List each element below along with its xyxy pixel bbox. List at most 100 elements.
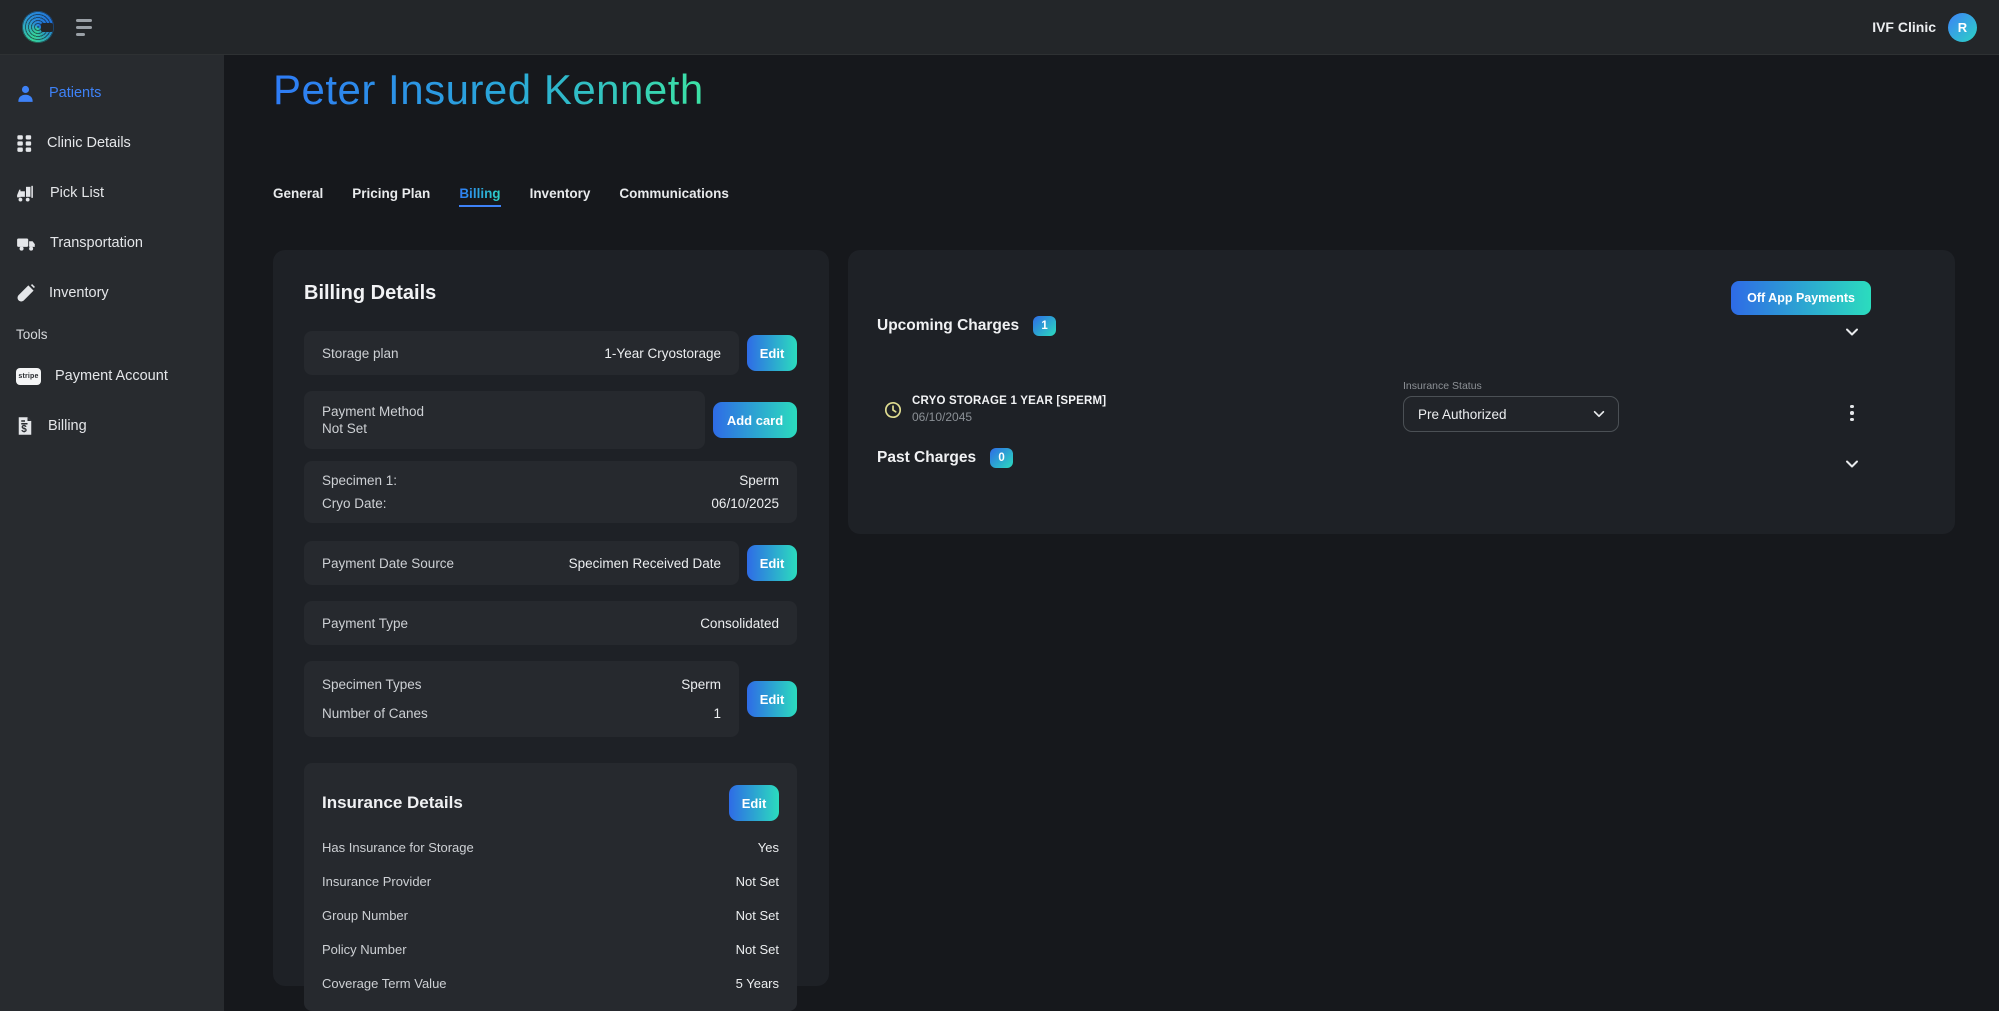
sidebar-item-transportation[interactable]: Transportation: [16, 223, 208, 263]
sidebar-item-billing[interactable]: $ Billing: [16, 406, 208, 446]
charge-name: CRYO STORAGE 1 YEAR [SPERM]: [912, 395, 1106, 407]
payment-date-source-label: Payment Date Source: [322, 556, 454, 571]
sidebar-item-label: Transportation: [50, 235, 143, 251]
tab-inventory[interactable]: Inventory: [530, 186, 591, 207]
clock-icon: [884, 401, 902, 419]
payment-type-box: Payment Type Consolidated: [304, 601, 797, 645]
person-icon: [16, 84, 35, 103]
insurance-row: Policy Number Not Set: [322, 942, 779, 957]
stripe-icon: stripe: [16, 368, 41, 385]
payment-date-source-box: Payment Date Source Specimen Received Da…: [304, 541, 739, 585]
tab-billing[interactable]: Billing: [459, 186, 500, 207]
insurance-edit-button[interactable]: Edit: [729, 785, 779, 821]
app-logo-icon[interactable]: [22, 11, 54, 43]
storage-plan-box: Storage plan 1-Year Cryostorage: [304, 331, 739, 375]
specimen-1-label: Specimen 1:: [322, 473, 397, 488]
insurance-details-title: Insurance Details: [322, 793, 463, 813]
insurance-details-box: Insurance Details Edit Has Insurance for…: [304, 763, 797, 1011]
specimen-row: Specimen 1: Sperm Cryo Date: 06/10/2025: [304, 461, 797, 523]
policy-number-value: Not Set: [736, 942, 779, 957]
topbar-right: IVF Clinic R: [1872, 13, 1977, 42]
coverage-term-label: Coverage Term Value: [322, 976, 447, 991]
sidebar-item-inventory[interactable]: Inventory: [16, 273, 208, 313]
group-number-value: Not Set: [736, 908, 779, 923]
invoice-icon: $: [16, 416, 34, 436]
test-tube-icon: [16, 284, 35, 303]
number-of-canes-value: 1: [713, 706, 721, 721]
logo-notch: [41, 23, 53, 32]
insurance-row: Coverage Term Value 5 Years: [322, 976, 779, 991]
sidebar: Patients Clinic Details Pick List Transp…: [0, 55, 224, 1011]
cryo-date-value: 06/10/2025: [711, 496, 779, 511]
payment-date-source-value: Specimen Received Date: [569, 556, 721, 571]
page-title: Peter Insured Kenneth: [273, 65, 704, 115]
tab-communications[interactable]: Communications: [619, 186, 729, 207]
charge-date: 06/10/2045: [912, 410, 1106, 424]
payment-type-row: Payment Type Consolidated: [304, 601, 797, 645]
payment-type-label: Payment Type: [322, 616, 408, 631]
upcoming-charges-header: Upcoming Charges 1: [877, 316, 1056, 336]
payment-method-box: Payment Method Not Set: [304, 391, 705, 449]
chevron-down-icon[interactable]: [1844, 456, 1860, 472]
charge-actions-menu-icon[interactable]: [1843, 400, 1861, 426]
storage-plan-label: Storage plan: [322, 346, 399, 361]
has-insurance-value: Yes: [758, 840, 779, 855]
number-of-canes-label: Number of Canes: [322, 706, 428, 721]
upcoming-charge-item[interactable]: CRYO STORAGE 1 YEAR [SPERM] 06/10/2045: [884, 395, 1106, 424]
grid-icon: [16, 134, 33, 153]
chevron-down-icon[interactable]: [1844, 324, 1860, 340]
clinic-name: IVF Clinic: [1872, 19, 1936, 35]
payment-type-value: Consolidated: [700, 616, 779, 631]
sidebar-item-label: Clinic Details: [47, 135, 131, 151]
tab-bar: General Pricing Plan Billing Inventory C…: [273, 186, 1955, 207]
past-charges-header: Past Charges 0: [877, 448, 1013, 468]
sidebar-item-pick-list[interactable]: Pick List: [16, 173, 208, 213]
charges-panel: Off App Payments Upcoming Charges 1 CRYO…: [848, 250, 1955, 534]
sidebar-item-label: Patients: [49, 85, 101, 101]
tab-general[interactable]: General: [273, 186, 323, 207]
user-avatar[interactable]: R: [1948, 13, 1977, 42]
payment-date-source-row: Payment Date Source Specimen Received Da…: [304, 541, 797, 585]
insurance-provider-label: Insurance Provider: [322, 874, 431, 889]
past-charges-count-badge: 0: [990, 448, 1013, 468]
storage-plan-edit-button[interactable]: Edit: [747, 335, 797, 371]
upcoming-charges-label: Upcoming Charges: [877, 317, 1019, 335]
sidebar-item-clinic-details[interactable]: Clinic Details: [16, 123, 208, 163]
policy-number-label: Policy Number: [322, 942, 407, 957]
specimen-types-box: Specimen Types Sperm Number of Canes 1: [304, 661, 739, 737]
main-content: Peter Insured Kenneth General Pricing Pl…: [224, 55, 1999, 1011]
past-charges-label: Past Charges: [877, 449, 976, 467]
storage-plan-value: 1-Year Cryostorage: [604, 346, 721, 361]
cryo-date-label: Cryo Date:: [322, 496, 387, 511]
svg-text:$: $: [21, 424, 27, 435]
sidebar-item-payment-account[interactable]: stripe Payment Account: [16, 356, 208, 396]
add-card-button[interactable]: Add card: [713, 402, 797, 438]
upcoming-charges-count-badge: 1: [1033, 316, 1056, 336]
billing-details-card: Billing Details Storage plan 1-Year Cryo…: [273, 250, 829, 986]
billing-card-title: Billing Details: [304, 282, 797, 305]
menu-toggle-icon[interactable]: [76, 19, 92, 36]
payment-date-source-edit-button[interactable]: Edit: [747, 545, 797, 581]
storage-plan-row: Storage plan 1-Year Cryostorage Edit: [304, 331, 797, 375]
insurance-provider-value: Not Set: [736, 874, 779, 889]
insurance-status-select[interactable]: Pre Authorized: [1403, 396, 1619, 432]
payment-method-value: Not Set: [322, 421, 687, 436]
specimen-1-value: Sperm: [739, 473, 779, 488]
has-insurance-label: Has Insurance for Storage: [322, 840, 474, 855]
off-app-payments-button[interactable]: Off App Payments: [1731, 281, 1871, 315]
forklift-icon: [16, 184, 36, 203]
specimen-types-value: Sperm: [681, 677, 721, 692]
sidebar-item-patients[interactable]: Patients: [16, 73, 208, 113]
tab-pricing-plan[interactable]: Pricing Plan: [352, 186, 430, 207]
insurance-row: Insurance Provider Not Set: [322, 874, 779, 889]
payment-method-label: Payment Method: [322, 404, 687, 419]
sidebar-item-label: Billing: [48, 418, 87, 434]
specimen-types-edit-button[interactable]: Edit: [747, 681, 797, 717]
truck-icon: [16, 234, 36, 253]
sidebar-item-label: Pick List: [50, 185, 104, 201]
insurance-row: Has Insurance for Storage Yes: [322, 840, 779, 855]
payment-method-row: Payment Method Not Set Add card: [304, 391, 797, 449]
content-row: Billing Details Storage plan 1-Year Cryo…: [273, 250, 1955, 986]
sidebar-tools-header: Tools: [16, 327, 208, 342]
coverage-term-value: 5 Years: [736, 976, 779, 991]
